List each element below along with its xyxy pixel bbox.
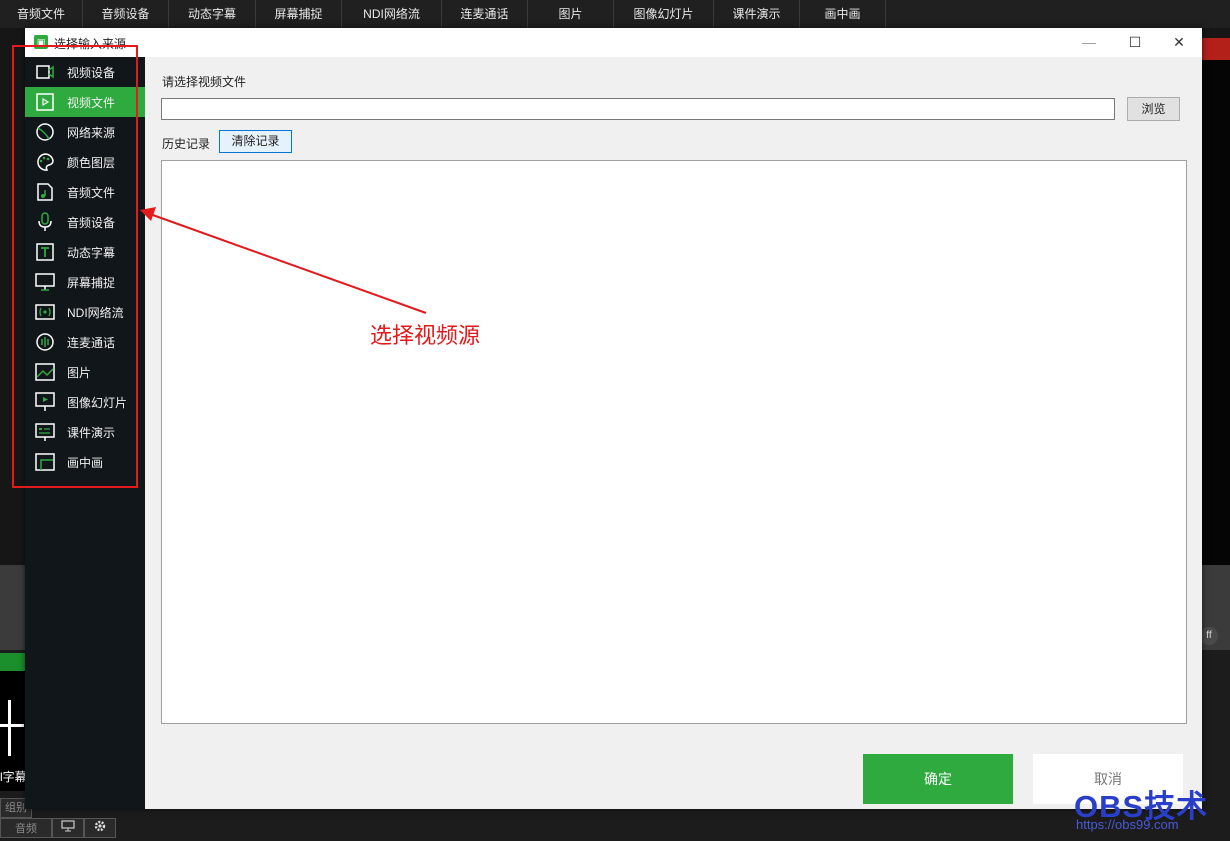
watermark-url: https://obs99.com [1076, 817, 1179, 832]
annotation-arrow [140, 207, 427, 314]
annotation-text: 选择视频源 [370, 323, 481, 348]
